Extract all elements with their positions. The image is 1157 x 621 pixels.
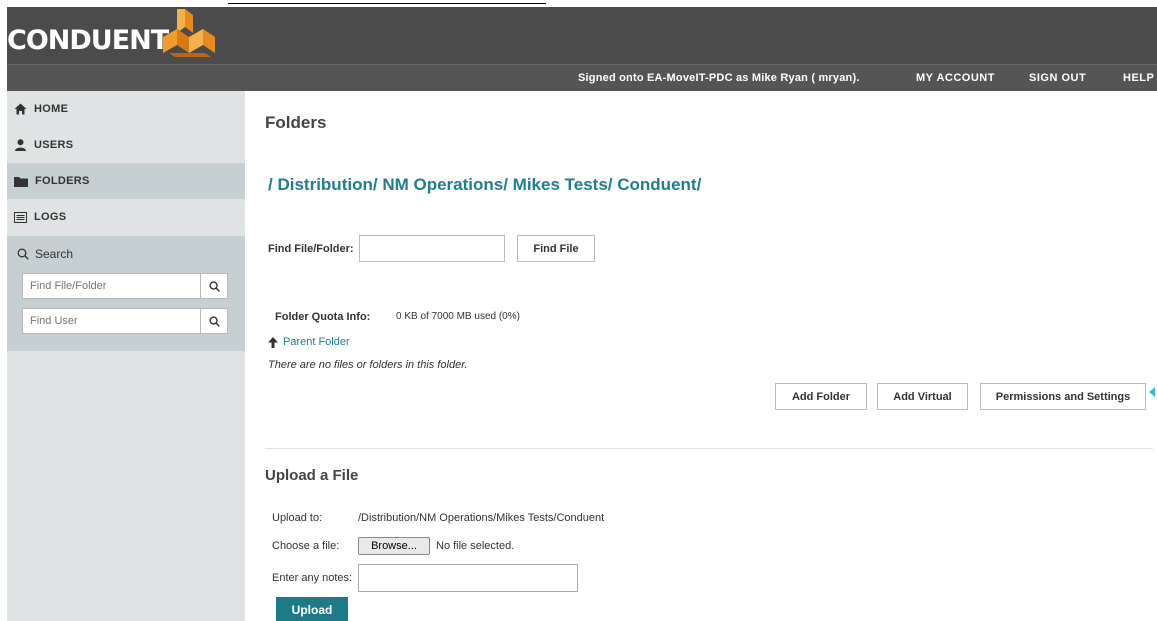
find-file-folder-label: Find File/Folder: bbox=[268, 243, 354, 255]
parent-folder-link[interactable]: Parent Folder bbox=[268, 336, 350, 348]
notes-label: Enter any notes: bbox=[272, 572, 353, 584]
notes-input[interactable] bbox=[358, 564, 578, 592]
sign-out-link[interactable]: SIGN OUT bbox=[1029, 72, 1086, 84]
find-file-button[interactable]: Find File bbox=[517, 235, 595, 262]
sidebar-item-label: HOME bbox=[34, 103, 69, 115]
sidebar-item-label: LOGS bbox=[34, 211, 67, 223]
help-link[interactable]: HELP bbox=[1123, 72, 1154, 84]
conduent-logo-icon bbox=[163, 9, 215, 57]
choose-file-label: Choose a file: bbox=[272, 540, 340, 552]
empty-folder-message: There are no files or folders in this fo… bbox=[268, 359, 468, 371]
user-icon bbox=[15, 139, 26, 151]
folder-quota-label: Folder Quota Info: bbox=[275, 311, 371, 323]
search-icon bbox=[208, 280, 220, 292]
search-label: Search bbox=[35, 247, 74, 261]
app-header: CONDUENT Signed onto EA-MoveIT-PDC as Mi… bbox=[7, 7, 1157, 91]
sidebar: HOME USERS FOLDERS LOGS Search bbox=[7, 91, 245, 621]
logo-text: CONDUENT bbox=[7, 25, 169, 56]
edge-marker-icon bbox=[1149, 387, 1155, 397]
folder-quota-value: 0 KB of 7000 MB used (0%) bbox=[396, 311, 520, 322]
no-file-selected-text: No file selected. bbox=[436, 540, 515, 552]
sidebar-search-title: Search bbox=[17, 247, 73, 261]
parent-folder-label: Parent Folder bbox=[283, 336, 350, 348]
breadcrumb-distribution[interactable]: Distribution/ bbox=[277, 175, 377, 194]
sidebar-item-label: FOLDERS bbox=[35, 175, 90, 187]
sidebar-item-home[interactable]: HOME bbox=[7, 91, 245, 127]
upload-to-label: Upload to: bbox=[272, 512, 323, 524]
breadcrumb: / Distribution/ NM Operations/ Mikes Tes… bbox=[268, 175, 701, 195]
arrow-up-icon bbox=[268, 336, 278, 348]
top-underline-fragment bbox=[228, 3, 546, 4]
upload-to-path: /Distribution/NM Operations/Mikes Tests/… bbox=[358, 512, 605, 524]
add-folder-button[interactable]: Add Folder bbox=[775, 383, 867, 410]
permissions-settings-button[interactable]: Permissions and Settings bbox=[980, 383, 1146, 410]
breadcrumb-nm-operations[interactable]: NM Operations/ bbox=[382, 175, 508, 194]
search-icon bbox=[17, 248, 29, 260]
signed-in-text: Signed onto EA-MoveIT-PDC as Mike Ryan (… bbox=[578, 72, 860, 84]
search-icon bbox=[208, 315, 220, 327]
find-user-search-button[interactable] bbox=[200, 308, 228, 334]
breadcrumb-mikes-tests[interactable]: Mikes Tests/ bbox=[513, 175, 613, 194]
find-file-folder-input[interactable] bbox=[22, 273, 200, 299]
sidebar-item-users[interactable]: USERS bbox=[7, 127, 245, 163]
find-file-main-input[interactable] bbox=[359, 235, 505, 262]
breadcrumb-conduent[interactable]: Conduent/ bbox=[617, 175, 701, 194]
logo-band: CONDUENT bbox=[7, 7, 1157, 64]
sidebar-search-panel: Search bbox=[7, 236, 245, 351]
upload-button[interactable]: Upload bbox=[276, 597, 348, 621]
sidebar-item-label: USERS bbox=[34, 139, 74, 151]
top-strip bbox=[0, 0, 1157, 7]
log-icon bbox=[14, 211, 27, 223]
main-content: Folders / Distribution/ NM Operations/ M… bbox=[245, 91, 1157, 621]
home-icon bbox=[14, 103, 27, 115]
page-title: Folders bbox=[265, 113, 327, 132]
sidebar-item-folders[interactable]: FOLDERS bbox=[7, 163, 245, 199]
add-virtual-button[interactable]: Add Virtual bbox=[877, 383, 968, 410]
status-bar: Signed onto EA-MoveIT-PDC as Mike Ryan (… bbox=[7, 64, 1157, 91]
upload-section-title: Upload a File bbox=[265, 467, 359, 484]
breadcrumb-root[interactable]: / bbox=[268, 175, 273, 194]
browse-button[interactable]: Browse... bbox=[358, 537, 430, 555]
find-user-input[interactable] bbox=[22, 308, 200, 334]
section-divider bbox=[265, 448, 1153, 449]
sidebar-item-logs[interactable]: LOGS bbox=[7, 199, 245, 235]
my-account-link[interactable]: MY ACCOUNT bbox=[916, 72, 995, 84]
find-file-search-button[interactable] bbox=[200, 273, 228, 299]
folder-icon bbox=[14, 176, 28, 187]
